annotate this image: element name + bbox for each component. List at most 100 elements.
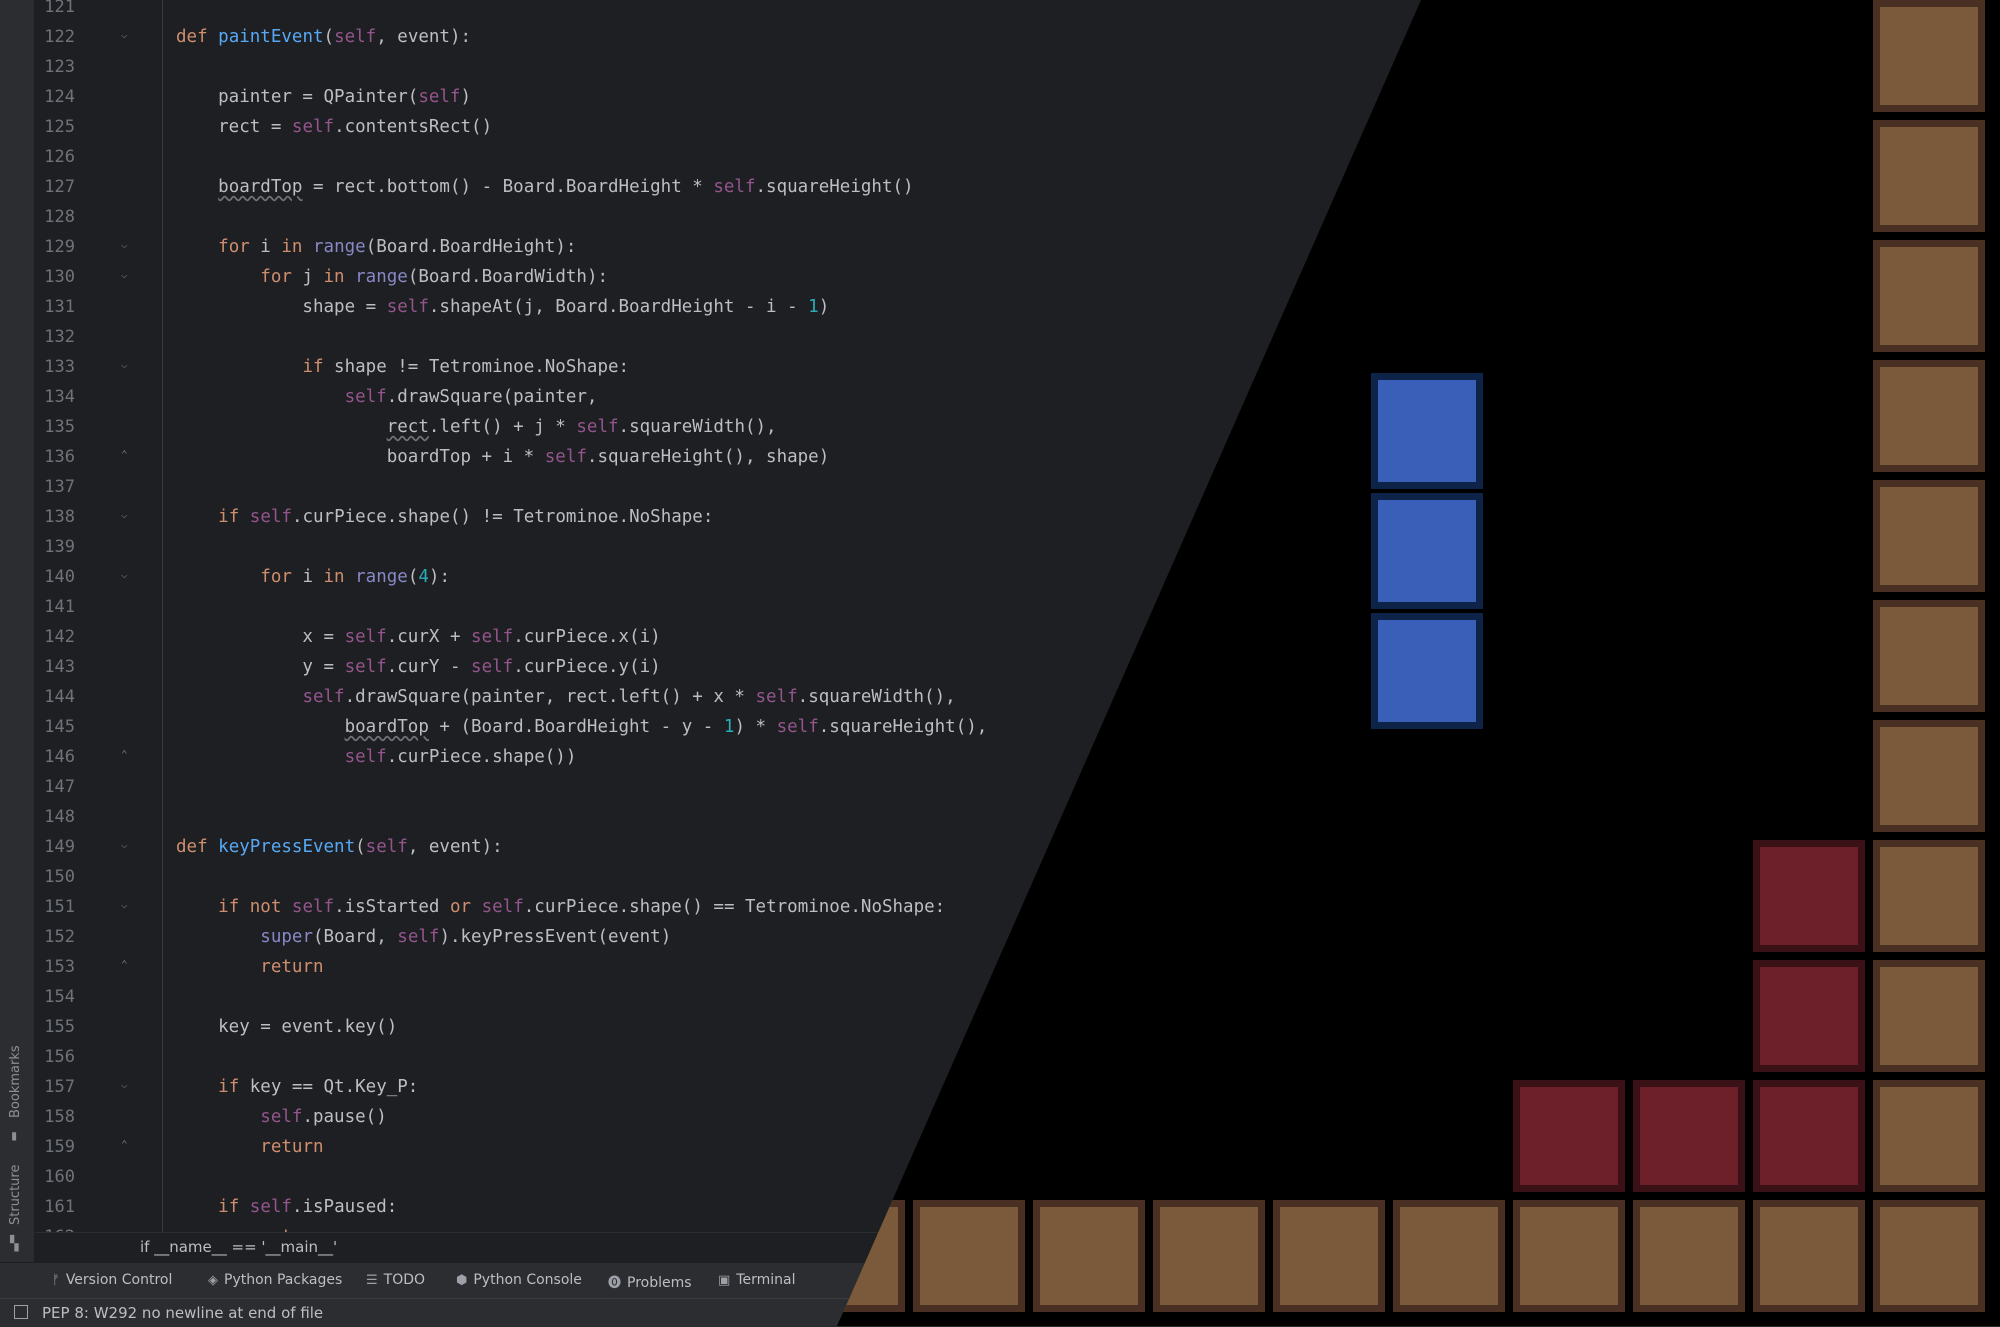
code-token: (Board.BoardHeight): xyxy=(365,237,577,257)
fold-icon[interactable]: ⌵ xyxy=(121,359,133,371)
tool-label: Python Console xyxy=(473,1272,582,1288)
tool-python-packages[interactable]: ◈ Python Packages xyxy=(208,1272,342,1288)
line-number[interactable]: 136 xyxy=(35,442,75,472)
line-number[interactable]: 149 xyxy=(35,832,75,862)
line-number[interactable]: 142 xyxy=(35,622,75,652)
line-number[interactable]: 137 xyxy=(35,472,75,502)
line-number[interactable]: 146 xyxy=(35,742,75,772)
line-number[interactable]: 127 xyxy=(35,172,75,202)
structure-icon[interactable]: ▚ xyxy=(10,1236,24,1252)
line-number[interactable]: 158 xyxy=(35,1102,75,1132)
line-number[interactable]: 157 xyxy=(35,1072,75,1102)
line-number[interactable]: 147 xyxy=(35,772,75,802)
code-token: self xyxy=(249,507,292,527)
line-number[interactable]: 123 xyxy=(35,52,75,82)
fold-icon[interactable]: ⌃ xyxy=(121,449,133,461)
code-token: rect xyxy=(386,417,429,437)
status-message: PEP 8: W292 no newline at end of file xyxy=(42,1304,324,1322)
bookmarks-tab[interactable]: Bookmarks xyxy=(8,1045,23,1118)
tool-terminal[interactable]: ▣ Terminal xyxy=(718,1272,795,1288)
code-token: self xyxy=(344,387,387,407)
code-token: painter = QPainter( xyxy=(176,87,419,107)
layout-icon[interactable] xyxy=(14,1305,28,1319)
fold-icon[interactable]: ⌃ xyxy=(121,749,133,761)
code-token: self xyxy=(344,657,387,677)
line-number[interactable]: 121 xyxy=(35,0,75,22)
line-number[interactable]: 145 xyxy=(35,712,75,742)
fold-icon[interactable]: ⌵ xyxy=(121,239,133,251)
line-number[interactable]: 148 xyxy=(35,802,75,832)
code-text: boardTop + i * self.squareHeight(), shap… xyxy=(176,442,830,472)
code-token: keyPressEvent xyxy=(218,837,356,857)
line-number[interactable]: 126 xyxy=(35,142,75,172)
code-token: self xyxy=(576,417,619,437)
line-number[interactable]: 141 xyxy=(35,592,75,622)
code-token: self xyxy=(755,687,798,707)
code-text: self.pause() xyxy=(176,1102,386,1132)
bookmark-icon[interactable]: ▮ xyxy=(10,1128,24,1144)
fold-icon[interactable]: ⌵ xyxy=(121,509,133,521)
line-number[interactable]: 122 xyxy=(35,22,75,52)
fold-icon[interactable]: ⌃ xyxy=(121,1139,133,1151)
structure-tab[interactable]: Structure xyxy=(8,1165,23,1225)
line-number[interactable]: 125 xyxy=(35,112,75,142)
line-number[interactable]: 151 xyxy=(35,892,75,922)
code-token: self xyxy=(302,687,345,707)
line-number[interactable]: 134 xyxy=(35,382,75,412)
code-token: rect = xyxy=(176,117,292,137)
line-number[interactable]: 159 xyxy=(35,1132,75,1162)
line-number[interactable]: 154 xyxy=(35,982,75,1012)
line-number[interactable]: 160 xyxy=(35,1162,75,1192)
fold-icon[interactable]: ⌵ xyxy=(121,1079,133,1091)
line-number[interactable]: 162 xyxy=(35,1222,75,1232)
code-token: .shapeAt(j, Board.BoardHeight - i - xyxy=(428,297,809,317)
code-token: range xyxy=(313,237,366,257)
line-number[interactable]: 161 xyxy=(35,1192,75,1222)
fold-icon[interactable]: ⌵ xyxy=(121,29,133,41)
line-number[interactable]: 130 xyxy=(35,262,75,292)
tool-todo[interactable]: ☰ TODO xyxy=(366,1272,425,1288)
line-number[interactable]: 144 xyxy=(35,682,75,712)
code-token: for xyxy=(260,567,292,587)
line-number[interactable]: 140 xyxy=(35,562,75,592)
tool-version-control[interactable]: ᚠ Version Control xyxy=(52,1272,172,1288)
floor-block xyxy=(1393,1200,1505,1312)
line-number[interactable]: 152 xyxy=(35,922,75,952)
line-number[interactable]: 139 xyxy=(35,532,75,562)
tool-problems[interactable]: ⓿ Problems xyxy=(608,1272,692,1291)
line-number[interactable]: 155 xyxy=(35,1012,75,1042)
fold-icon[interactable]: ⌵ xyxy=(121,839,133,851)
line-number[interactable]: 135 xyxy=(35,412,75,442)
line-number[interactable]: 153 xyxy=(35,952,75,982)
red-tetromino-block xyxy=(1513,1080,1625,1192)
code-token: self xyxy=(344,747,387,767)
line-number[interactable]: 143 xyxy=(35,652,75,682)
line-number[interactable]: 132 xyxy=(35,322,75,352)
line-number[interactable]: 150 xyxy=(35,862,75,892)
code-text: boardTop = rect.bottom() - Board.BoardHe… xyxy=(176,172,913,202)
fold-icon[interactable]: ⌃ xyxy=(121,959,133,971)
tool-python-console[interactable]: ⬢ Python Console xyxy=(456,1272,582,1288)
fold-icon[interactable]: ⌵ xyxy=(121,569,133,581)
fold-icon[interactable]: ⌵ xyxy=(121,269,133,281)
line-number[interactable]: 128 xyxy=(35,202,75,232)
line-number[interactable]: 156 xyxy=(35,1042,75,1072)
code-token: , event): xyxy=(407,837,503,857)
code-token: range xyxy=(355,567,408,587)
code-token: self xyxy=(291,897,335,917)
fold-icon[interactable]: ⌵ xyxy=(121,899,133,911)
code-token: if xyxy=(218,1077,240,1097)
line-number[interactable]: 131 xyxy=(35,292,75,322)
code-text: def paintEvent(self, event): xyxy=(176,22,471,52)
line-number[interactable]: 138 xyxy=(35,502,75,532)
line-number[interactable]: 133 xyxy=(35,352,75,382)
floor-block xyxy=(913,1200,1025,1312)
breadcrumb-item[interactable]: if __name__ == '__main__' xyxy=(140,1238,337,1256)
code-token: .left() + j * xyxy=(428,417,577,437)
line-number[interactable]: 124 xyxy=(35,82,75,112)
line-number[interactable]: 129 xyxy=(35,232,75,262)
code-token: x = xyxy=(176,627,345,647)
code-token: 4 xyxy=(418,567,429,587)
code-text: return xyxy=(176,1132,323,1162)
